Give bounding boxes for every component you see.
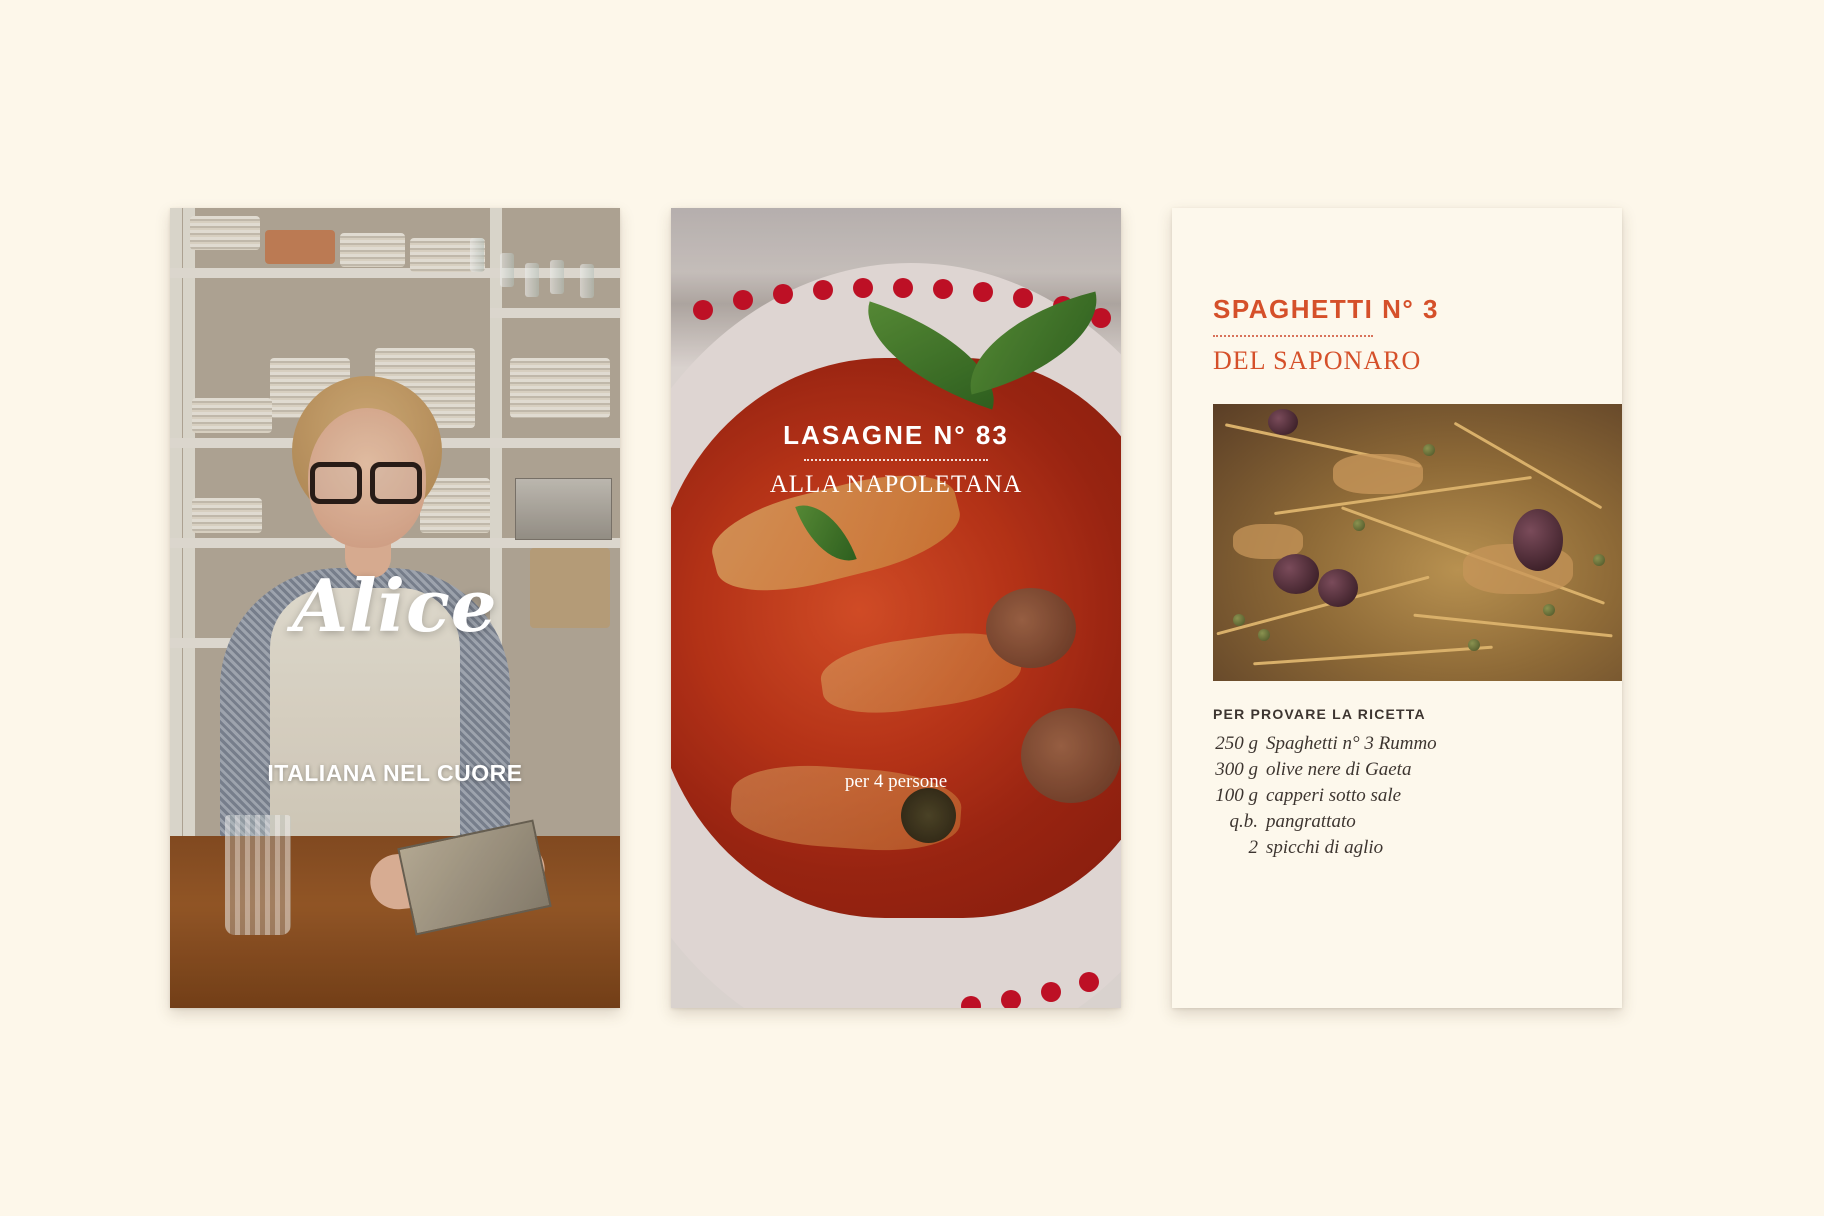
lasagne-subtitle: ALLA NAPOLETANA (769, 471, 1023, 498)
ingredient-quantity: 2 (1248, 837, 1259, 858)
portrait-card[interactable]: Alice ITALIANA NEL CUORE (170, 208, 620, 1008)
title-divider (804, 459, 988, 461)
ingredient-row: 100 g capperi sotto sale (1202, 785, 1602, 811)
lasagne-title: LASAGNE N° 83 (783, 420, 1009, 450)
ingredients-heading: PER PROVARE LA RICETTA (1213, 706, 1426, 722)
ingredient-quantity: q.b. (1229, 811, 1259, 832)
spaghetti-subtitle: DEL SAPONARO (1213, 346, 1422, 375)
ingredient-row: 2 spicchi di aglio (1202, 837, 1602, 863)
ingredient-quantity: 300 g (1215, 759, 1258, 780)
spaghetti-photo (1213, 404, 1622, 681)
title-divider (1213, 335, 1373, 337)
ingredient-name: capperi sotto sale (1266, 785, 1402, 806)
spaghetti-recipe-card[interactable]: SPAGHETTI N° 3 DEL SAPONARO PER PROVARE … (1172, 208, 1622, 1008)
ingredients-list: 250 g Spaghetti n° 3 Rummo 300 g olive n… (1202, 733, 1602, 863)
ingredient-name: Spaghetti n° 3 Rummo (1266, 733, 1437, 754)
ingredient-row: 300 g olive nere di Gaeta (1202, 759, 1602, 785)
ingredient-name: pangrattato (1266, 811, 1356, 832)
portrait-subtitle: ITALIANA NEL CUORE (267, 760, 523, 786)
ingredient-row: q.b. pangrattato (1202, 811, 1602, 837)
ingredient-quantity: 100 g (1215, 785, 1258, 806)
ingredient-name: spicchi di aglio (1266, 837, 1384, 858)
lasagne-servings: per 4 persone (844, 771, 948, 792)
spaghetti-title: SPAGHETTI N° 3 (1213, 294, 1439, 324)
lasagne-card[interactable]: LASAGNE N° 83 ALLA NAPOLETANA per 4 pers… (671, 208, 1121, 1008)
ingredient-quantity: 250 g (1215, 733, 1258, 754)
ingredient-name: olive nere di Gaeta (1266, 759, 1412, 780)
portrait-name: Alice (292, 563, 498, 648)
ingredient-row: 250 g Spaghetti n° 3 Rummo (1202, 733, 1602, 759)
